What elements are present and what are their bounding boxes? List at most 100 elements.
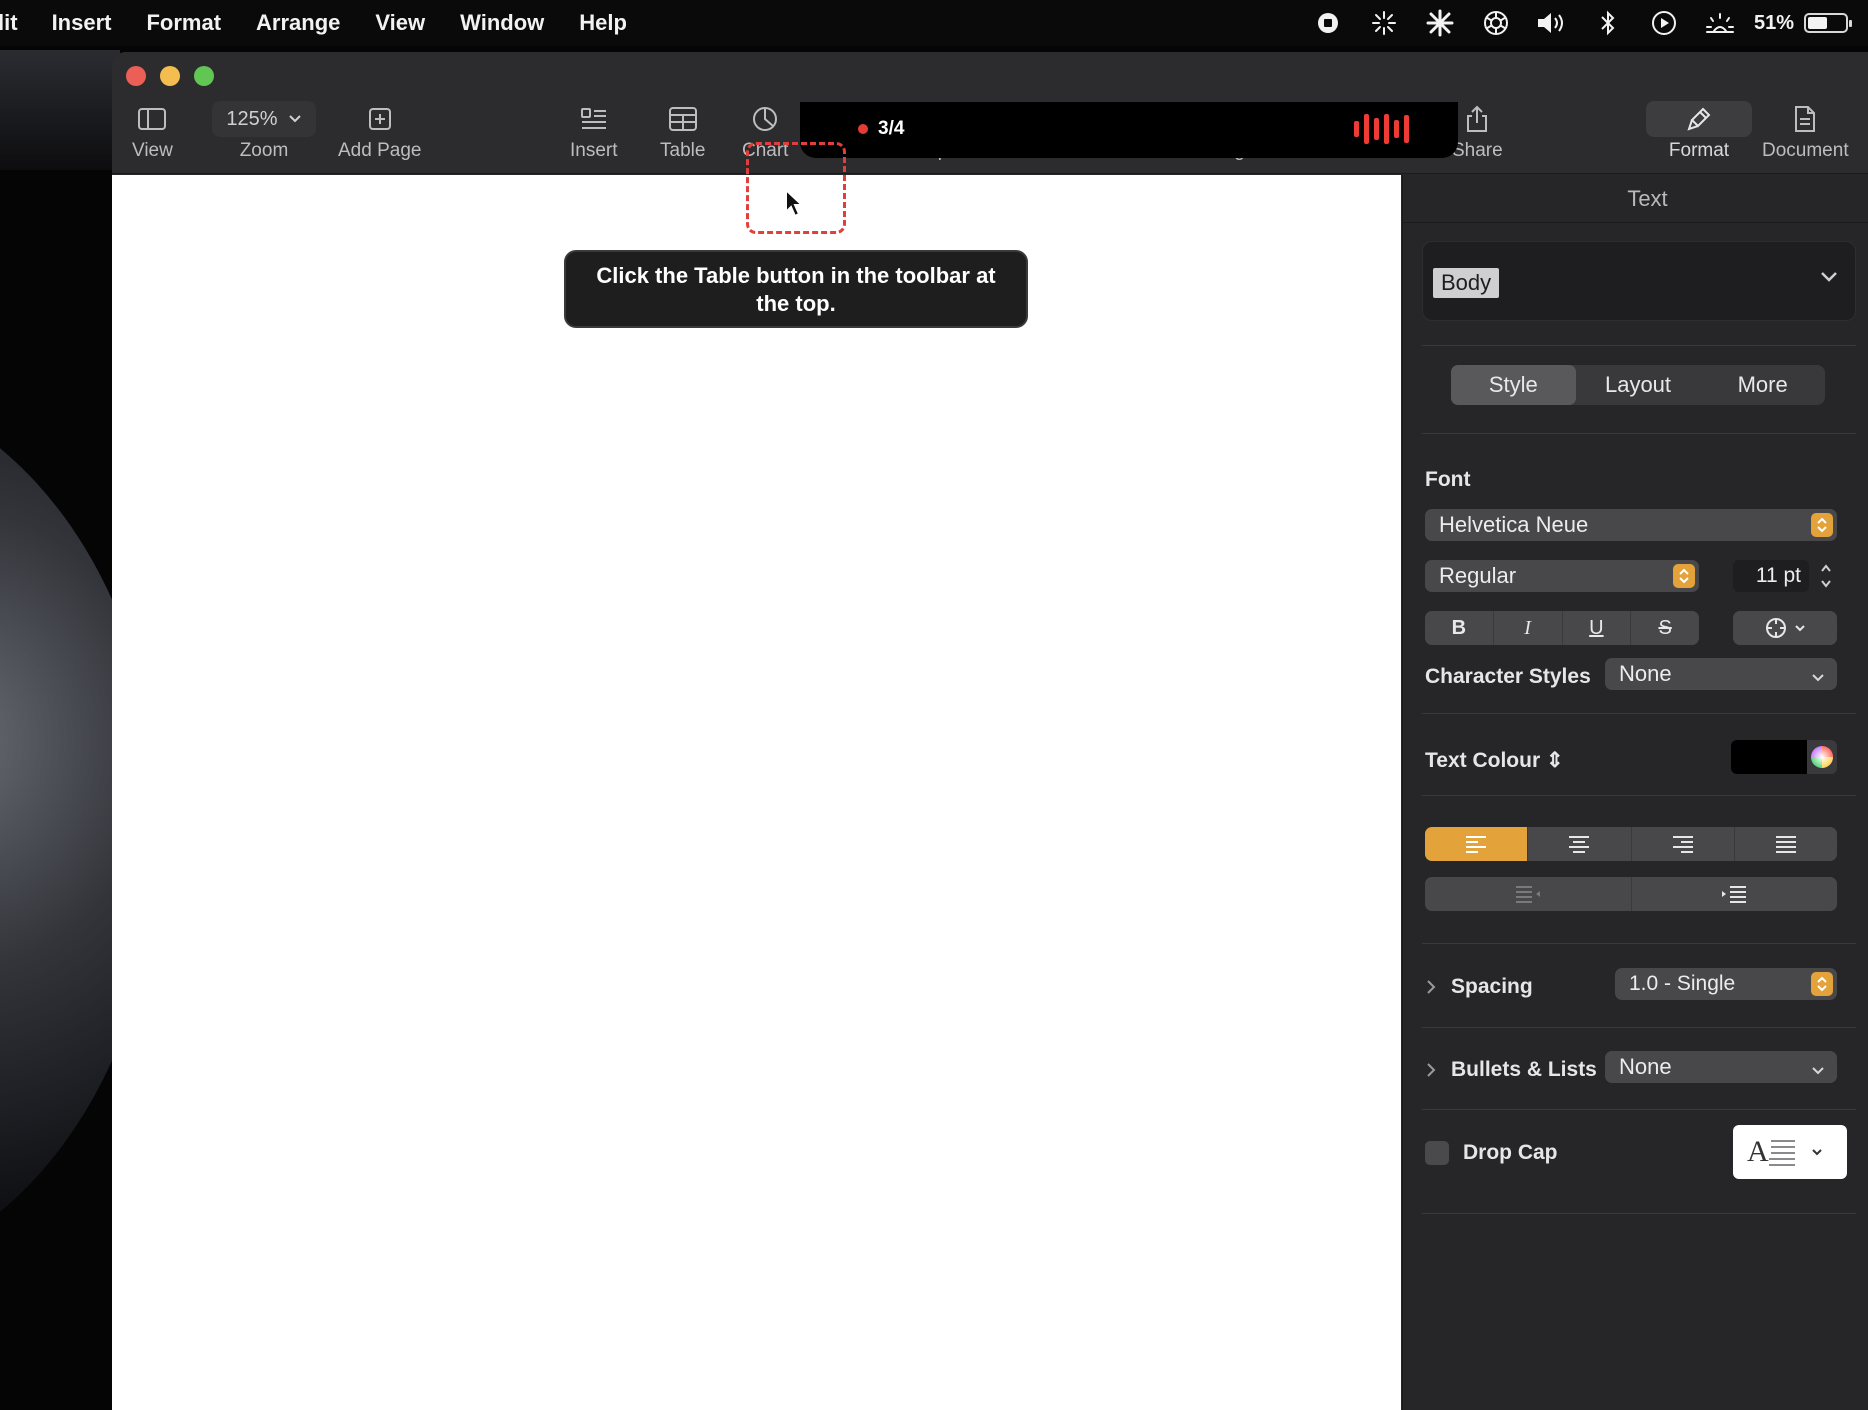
- indent-buttons: [1425, 877, 1837, 911]
- increase-indent-button[interactable]: [1632, 877, 1838, 911]
- character-styles-popup[interactable]: None: [1605, 658, 1837, 690]
- decrease-indent-button[interactable]: [1425, 877, 1632, 911]
- minimize-button[interactable]: [160, 66, 180, 86]
- close-button[interactable]: [126, 66, 146, 86]
- menu-items: lit Insert Format Arrange View Window He…: [0, 0, 662, 46]
- underline-button[interactable]: U: [1563, 611, 1632, 645]
- document-icon: [1794, 102, 1816, 136]
- align-right-icon: [1672, 836, 1693, 853]
- share-button[interactable]: Share: [1452, 102, 1503, 162]
- drop-cap-checkbox[interactable]: [1425, 1141, 1449, 1165]
- align-left-button[interactable]: [1425, 827, 1529, 861]
- tab-style[interactable]: Style: [1451, 365, 1576, 405]
- volume-icon[interactable]: [1524, 0, 1580, 46]
- font-size-stepper[interactable]: [1815, 560, 1837, 592]
- record-stop-icon[interactable]: [1300, 0, 1356, 46]
- character-styles-value: None: [1619, 661, 1672, 686]
- instruction-tooltip: Click the Table button in the toolbar at…: [564, 250, 1028, 328]
- alignment-buttons: [1425, 827, 1837, 861]
- insert-button[interactable]: Insert: [570, 102, 618, 162]
- decrease-indent-icon: [1515, 886, 1540, 903]
- align-right-button[interactable]: [1632, 827, 1735, 861]
- bullets-lists-popup[interactable]: None: [1605, 1051, 1837, 1083]
- menu-insert[interactable]: Insert: [52, 10, 112, 36]
- advanced-options-button[interactable]: [1733, 611, 1837, 645]
- spacing-label[interactable]: Spacing: [1451, 975, 1533, 999]
- align-center-icon: [1569, 836, 1590, 853]
- paragraph-style-value: Body: [1433, 268, 1500, 298]
- zoom-window-button[interactable]: [194, 66, 214, 86]
- zoom-label: Zoom: [239, 140, 289, 161]
- stepper-icon: [1811, 513, 1833, 537]
- chart-icon: [752, 102, 778, 136]
- chevron-down-icon: [288, 115, 301, 123]
- bluetooth-icon[interactable]: [1580, 0, 1636, 46]
- battery-icon[interactable]: [1804, 13, 1852, 33]
- inspector-title: Text: [1403, 175, 1868, 223]
- chatgpt-icon[interactable]: [1468, 0, 1524, 46]
- chevron-right-icon[interactable]: [1425, 979, 1437, 1000]
- paragraph-style-popup[interactable]: Body: [1422, 241, 1856, 321]
- table-icon: [668, 102, 697, 136]
- tab-more[interactable]: More: [1700, 365, 1825, 405]
- table-label: Table: [660, 140, 706, 161]
- spacing-popup[interactable]: 1.0 - Single: [1615, 968, 1837, 1000]
- pages-window: View 125% Zoom Add Page Insert Table Cha…: [112, 52, 1868, 1410]
- colour-wheel-icon[interactable]: [1807, 740, 1837, 774]
- document-canvas[interactable]: [112, 175, 1401, 1410]
- battery-percent: 51%: [1753, 11, 1794, 34]
- document-label: Document: [1762, 140, 1849, 161]
- menu-arrange[interactable]: Arrange: [256, 10, 340, 36]
- zoom-control[interactable]: 125% Zoom: [212, 101, 316, 162]
- menu-window[interactable]: Window: [460, 10, 544, 36]
- drop-cap-label: Drop Cap: [1463, 1141, 1558, 1164]
- play-circle-icon[interactable]: [1636, 0, 1692, 46]
- share-icon: [1466, 102, 1488, 136]
- zoom-popup[interactable]: 125%: [212, 101, 316, 137]
- justify-button[interactable]: [1735, 827, 1837, 861]
- chevron-down-icon: [1811, 660, 1825, 692]
- menu-edit[interactable]: lit: [0, 10, 18, 36]
- menu-help[interactable]: Help: [579, 10, 627, 36]
- screen: lit Insert Format Arrange View Window He…: [0, 0, 1868, 1410]
- font-typeface-popup[interactable]: Regular: [1425, 560, 1699, 592]
- add-page-icon: [368, 102, 391, 136]
- stepper-icon: [1811, 972, 1833, 996]
- bold-button[interactable]: B: [1425, 611, 1494, 645]
- bullets-lists-value: None: [1619, 1054, 1672, 1079]
- menu-view[interactable]: View: [375, 10, 425, 36]
- claude-icon[interactable]: [1412, 0, 1468, 46]
- italic-button[interactable]: I: [1494, 611, 1563, 645]
- table-button[interactable]: Table: [660, 102, 705, 162]
- chevron-down-icon: [1795, 625, 1805, 632]
- audio-level-icon[interactable]: [1354, 114, 1409, 144]
- font-heading: Font: [1425, 468, 1471, 491]
- drop-cap-style-popup[interactable]: A: [1733, 1125, 1847, 1179]
- sidebar-icon: [138, 102, 167, 136]
- insert-label: Insert: [570, 140, 618, 161]
- view-button[interactable]: View: [132, 102, 173, 162]
- zoom-value: 125%: [226, 107, 278, 130]
- document-button[interactable]: Document: [1762, 102, 1849, 162]
- status-menus: 51%: [1300, 0, 1868, 46]
- text-colour-label[interactable]: Text Colour ⇕: [1425, 748, 1564, 773]
- window-controls: [126, 66, 214, 86]
- gear-icon: [1766, 618, 1786, 638]
- menu-format[interactable]: Format: [146, 10, 221, 36]
- bullets-lists-label[interactable]: Bullets & Lists: [1451, 1058, 1597, 1082]
- text-colour-well[interactable]: [1731, 740, 1807, 774]
- font-size-field[interactable]: 11 pt: [1733, 560, 1809, 592]
- brightness-icon[interactable]: [1692, 0, 1748, 46]
- menu-bar: lit Insert Format Arrange View Window He…: [0, 0, 1868, 46]
- tab-layout[interactable]: Layout: [1576, 365, 1701, 405]
- sparkle-icon[interactable]: [1356, 0, 1412, 46]
- chevron-down-icon: [1811, 1053, 1825, 1085]
- strikethrough-button[interactable]: S: [1631, 611, 1699, 645]
- align-center-button[interactable]: [1528, 827, 1632, 861]
- chevron-right-icon[interactable]: [1425, 1062, 1437, 1083]
- increase-indent-icon: [1722, 886, 1747, 903]
- font-family-popup[interactable]: Helvetica Neue: [1425, 509, 1837, 541]
- add-page-button[interactable]: Add Page: [338, 102, 421, 162]
- view-label: View: [132, 140, 173, 161]
- format-button[interactable]: Format: [1646, 101, 1752, 162]
